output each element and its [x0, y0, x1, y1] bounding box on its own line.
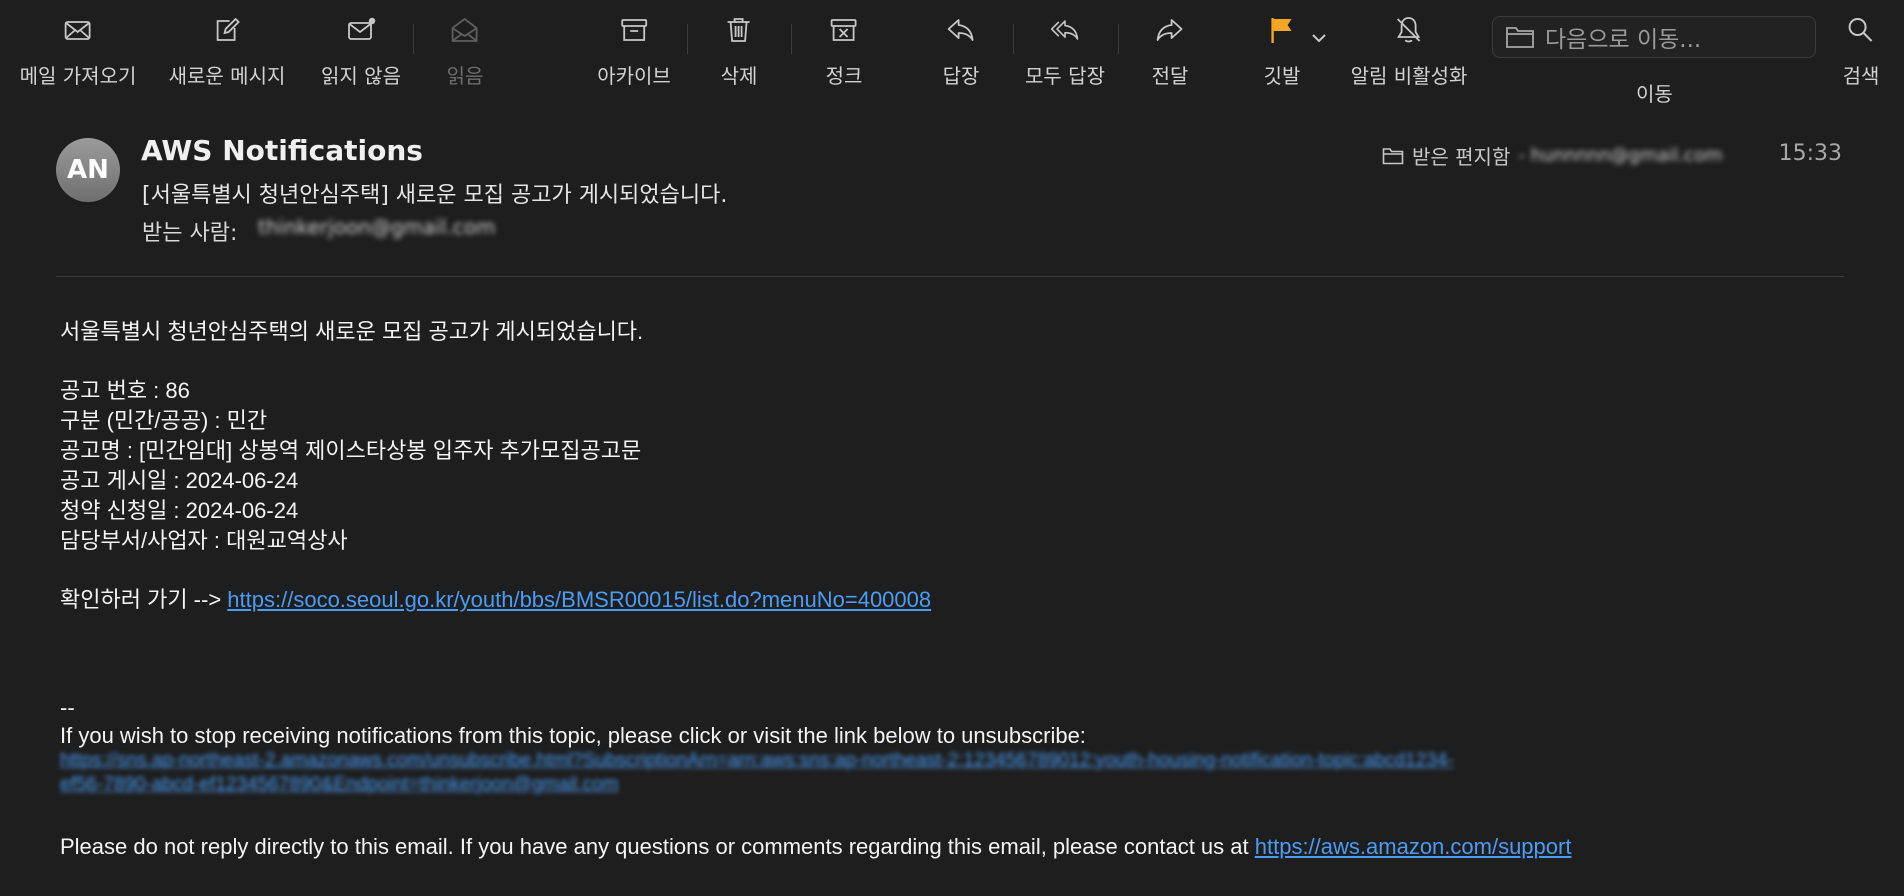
junk-button[interactable]: 정크 [825, 14, 863, 89]
envelope-open-icon [452, 17, 478, 42]
delete-button[interactable]: 삭제 [720, 14, 758, 89]
reply-label: 답장 [942, 64, 980, 88]
archive-button[interactable]: 아카이브 [597, 14, 671, 89]
reply-all-button[interactable]: 모두 답장 [1025, 14, 1105, 89]
footer-text: Please do not reply directly to this ema… [60, 834, 1249, 859]
envelope-icon [65, 21, 91, 40]
toolbar: 메일 가져오기 새로운 메시지 읽지 않음 읽음 아카이브 삭제 정크 답장 모… [0, 0, 1904, 106]
archive-icon [621, 19, 647, 41]
check-prefix: 확인하러 가기 --> [60, 587, 222, 612]
new-message-label: 새로운 메시지 [168, 64, 286, 88]
move-to-placeholder: 다음으로 이동... [1545, 27, 1702, 53]
message-time: 15:33 [1778, 141, 1842, 166]
toolbar-separator [1013, 24, 1014, 54]
reply-icon [948, 19, 974, 41]
search-label: 검색 [1842, 64, 1880, 88]
mute-notifications-label: 알림 비활성화 [1350, 64, 1468, 88]
search-icon [1849, 18, 1873, 42]
unsubscribe-link-continued[interactable]: ef56-7890-abcd-ef1234567890&Endpoint=thi… [60, 774, 619, 796]
junk-label: 정크 [825, 64, 863, 88]
flag-icon [1271, 18, 1292, 43]
trash-icon [728, 18, 750, 42]
folder-icon [1506, 27, 1534, 48]
reply-button[interactable]: 답장 [942, 14, 980, 89]
new-message-button[interactable]: 새로운 메시지 [168, 14, 286, 89]
folder-icon [1382, 147, 1404, 164]
delete-label: 삭제 [720, 64, 758, 88]
read-label: 읽음 [446, 64, 484, 88]
recipient-label: 받는 사람: [142, 221, 238, 246]
forward-label: 전달 [1151, 64, 1189, 88]
reply-all-label: 모두 답장 [1025, 64, 1105, 88]
forward-button[interactable]: 전달 [1151, 14, 1189, 89]
mute-notifications-button[interactable]: 알림 비활성화 [1350, 14, 1468, 89]
bell-slash-icon [1397, 17, 1421, 43]
mailbox-name: 받은 편지함 [1412, 145, 1511, 169]
compose-icon [217, 17, 241, 41]
notice-title: 공고명 : [민간임대] 상봉역 제이스타상봉 입주자 추가모집공고문 [60, 438, 642, 463]
search-button[interactable]: 검색 [1842, 14, 1880, 89]
flag-button[interactable]: 깃발 [1263, 14, 1301, 89]
unsubscribe-text: If you wish to stop receiving notificati… [60, 723, 1086, 748]
toolbar-separator [687, 24, 688, 54]
archive-label: 아카이브 [597, 64, 671, 88]
header-divider [56, 276, 1844, 277]
recipient-address[interactable]: thinkerjoon@gmail.com [258, 215, 495, 239]
toolbar-separator [413, 24, 414, 54]
check-link[interactable]: https://soco.seoul.go.kr/youth/bbs/BMSR0… [227, 587, 931, 612]
reply-all-icon [1050, 20, 1079, 40]
notice-department: 담당부서/사업자 : 대원교역상사 [60, 528, 348, 553]
notice-category: 구분 (민간/공공) : 민간 [60, 408, 268, 433]
sender-name[interactable]: AWS Notifications [141, 134, 423, 167]
forward-icon [1157, 19, 1183, 41]
move-label: 이동 [1636, 82, 1673, 106]
mailbox-indicator: 받은 편지함 - hunnnnn@gmail.com [1382, 141, 1723, 170]
unsubscribe-link[interactable]: https://sns.ap-northeast-2.amazonaws.com… [60, 750, 1830, 772]
envelope-unread-icon [348, 17, 376, 40]
unread-label: 읽지 않음 [321, 64, 401, 88]
flag-label: 깃발 [1263, 64, 1301, 88]
read-button[interactable]: 읽음 [446, 14, 484, 89]
signature-separator: -- [60, 695, 75, 720]
junk-icon [831, 19, 857, 41]
notice-posted-date: 공고 게시일 : 2024-06-24 [60, 468, 299, 493]
notice-apply-date: 청약 신청일 : 2024-06-24 [60, 498, 299, 523]
get-mail-button[interactable]: 메일 가져오기 [19, 14, 137, 89]
support-link[interactable]: https://aws.amazon.com/support [1255, 834, 1572, 859]
notice-number: 공고 번호 : 86 [60, 378, 190, 403]
body-intro: 서울특별시 청년안심주택의 새로운 모집 공고가 게시되었습니다. [60, 319, 644, 344]
toolbar-separator [791, 24, 792, 54]
chevron-down-icon[interactable] [1307, 22, 1331, 54]
check-line: 확인하러 가기 --> https://soco.seoul.go.kr/you… [60, 582, 931, 614]
get-mail-label: 메일 가져오기 [19, 64, 137, 88]
unread-button[interactable]: 읽지 않음 [321, 14, 401, 89]
message-subject: [서울특별시 청년안심주택] 새로운 모집 공고가 게시되었습니다. [142, 183, 728, 208]
mailbox-account: - hunnnnn@gmail.com [1518, 145, 1723, 166]
move-to-mailbox-field[interactable]: 다음으로 이동... [1492, 16, 1816, 58]
footer-line: Please do not reply directly to this ema… [60, 834, 1571, 860]
toolbar-separator [1118, 24, 1119, 54]
sender-avatar: AN [56, 138, 120, 202]
